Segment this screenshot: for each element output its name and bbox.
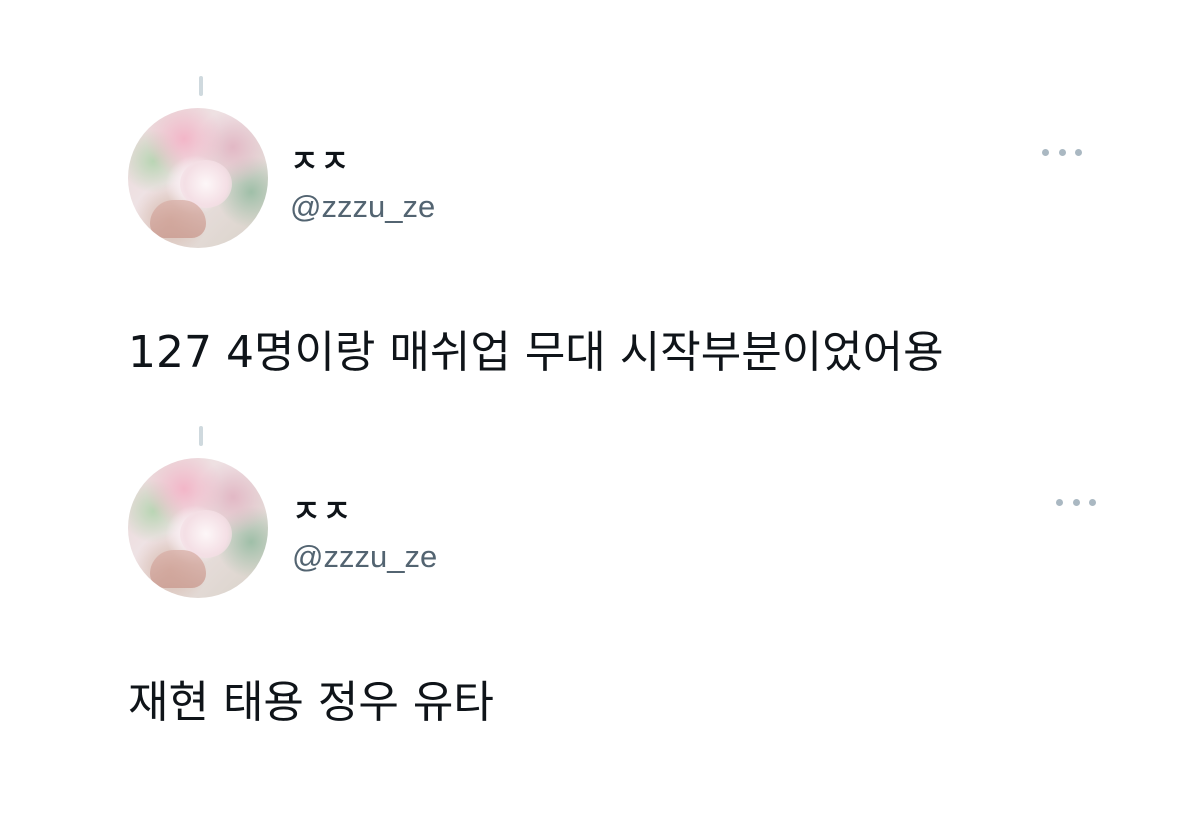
display-name[interactable]: ㅈㅈ [290, 136, 351, 181]
avatar-hand [150, 550, 206, 588]
tweet-2[interactable]: ㅈㅈ @zzzu_ze 재현 태용 정우 유타 [0, 350, 1200, 728]
user-handle[interactable]: @zzzu_ze [292, 539, 437, 575]
more-horizontal-icon[interactable] [1042, 142, 1082, 162]
user-handle[interactable]: @zzzu_ze [290, 189, 435, 225]
avatar-hand [150, 200, 206, 238]
tweet-1[interactable]: ㅈㅈ @zzzu_ze 127 4명이랑 매쉬업 무대 시작부분이었어용 [0, 0, 1200, 378]
thread-connector-line [199, 76, 203, 96]
avatar[interactable] [128, 108, 268, 248]
more-horizontal-icon[interactable] [1056, 492, 1096, 512]
display-name[interactable]: ㅈㅈ [292, 486, 353, 531]
thread-connector-line [199, 426, 203, 446]
avatar[interactable] [128, 458, 268, 598]
tweet-text: 재현 태용 정우 유타 [128, 677, 494, 728]
